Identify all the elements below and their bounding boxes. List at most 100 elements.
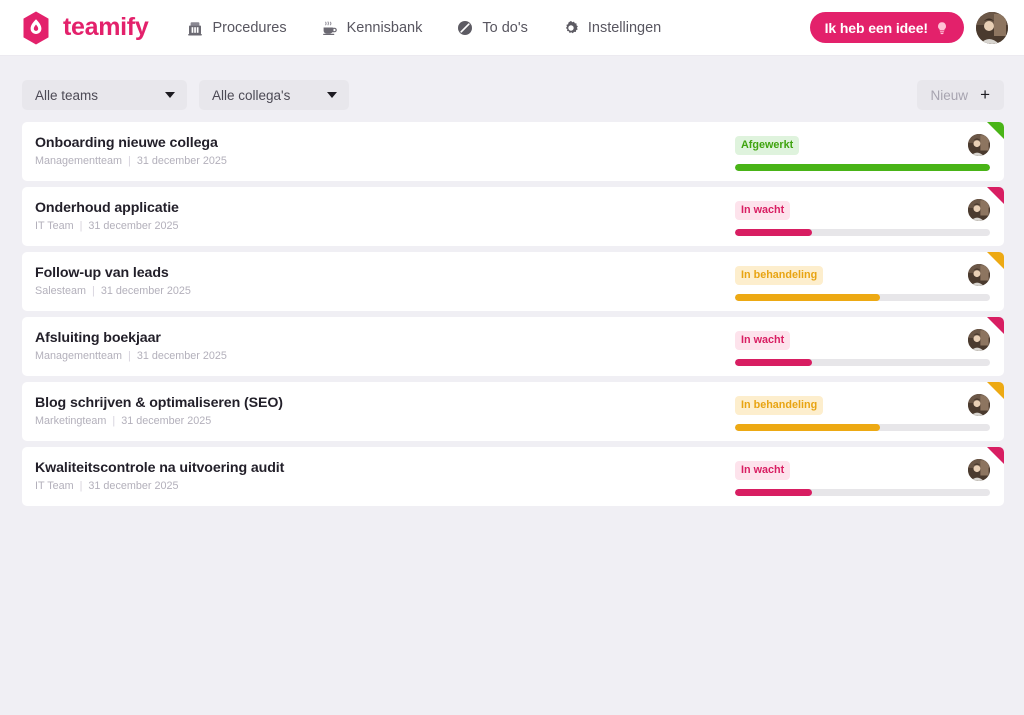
team-filter-select[interactable]: Alle teams — [22, 80, 187, 110]
list-item-date: 31 december 2025 — [100, 285, 191, 298]
nav-label: To do's — [482, 19, 528, 36]
assignee-avatar[interactable] — [968, 394, 990, 416]
brand-name: teamify — [63, 13, 149, 41]
list-item-meta: IT Team | 31 december 2025 — [35, 480, 735, 493]
list-item-team: IT Team — [35, 480, 74, 493]
checklist-circle-icon — [456, 19, 474, 37]
list-item-status-area: In wacht — [735, 317, 990, 376]
list-item-title: Follow-up van leads — [35, 265, 169, 281]
list-item-meta: Marketingteam | 31 december 2025 — [35, 415, 735, 428]
list-item[interactable]: Blog schrijven & optimaliseren (SEO) Mar… — [22, 382, 1004, 441]
nav-label: Kennisbank — [346, 19, 423, 36]
flame-hexagon-logo-icon — [18, 10, 54, 46]
list-item-team: Managementteam — [35, 155, 123, 168]
list-item-meta: Managementteam | 31 december 2025 — [35, 350, 735, 363]
list-item-title: Blog schrijven & optimaliseren (SEO) — [35, 395, 283, 411]
status-badge: In behandeling — [735, 396, 824, 415]
colleague-filter-wrap: Alle collega's — [199, 80, 349, 110]
progress-fill — [735, 358, 812, 366]
meta-separator: | — [112, 415, 116, 428]
list-item-meta: Salesteam | 31 december 2025 — [35, 285, 735, 298]
list-item[interactable]: Afsluiting boekjaar Managementteam | 31 … — [22, 317, 1004, 376]
list-item-date: 31 december 2025 — [136, 350, 227, 363]
assignee-avatar[interactable] — [968, 329, 990, 351]
coffee-cup-icon — [321, 19, 339, 37]
list-item[interactable]: Onboarding nieuwe collega Managementteam… — [22, 122, 1004, 181]
idea-button[interactable]: Ik heb een idee! — [809, 12, 964, 43]
procedure-list: Onboarding nieuwe collega Managementteam… — [0, 110, 1024, 506]
status-badge: Afgewerkt — [735, 136, 800, 155]
progress-track — [735, 293, 990, 301]
progress-track — [735, 228, 990, 236]
progress-fill — [735, 228, 812, 236]
list-item-info: Afsluiting boekjaar Managementteam | 31 … — [35, 330, 735, 363]
list-item-status-area: In wacht — [735, 447, 990, 506]
brand-logo[interactable]: teamify — [18, 10, 149, 46]
list-item-date: 31 december 2025 — [121, 415, 212, 428]
nav-label: Instellingen — [587, 19, 662, 36]
progress-fill — [735, 488, 812, 496]
assignee-avatar[interactable] — [968, 459, 990, 481]
idea-button-label: Ik heb een idee! — [824, 19, 929, 36]
meta-separator: | — [128, 155, 131, 168]
progress-fill — [735, 423, 881, 431]
progress-track — [735, 358, 990, 366]
assignee-avatar[interactable] — [968, 134, 990, 156]
nav-item-instellingen[interactable]: Instellingen — [560, 15, 663, 41]
list-item-title: Afsluiting boekjaar — [35, 330, 161, 346]
status-badge: In wacht — [735, 331, 791, 350]
list-item-title: Kwaliteitscontrole na uitvoering audit — [35, 460, 285, 476]
list-item-title: Onderhoud applicatie — [35, 200, 179, 216]
list-item-info: Kwaliteitscontrole na uitvoering audit I… — [35, 460, 735, 493]
list-item-info: Onboarding nieuwe collega Managementteam… — [35, 135, 735, 168]
new-button[interactable]: Nieuw + — [916, 80, 1004, 110]
list-item-date: 31 december 2025 — [88, 220, 179, 233]
list-item-team: Salesteam — [35, 285, 87, 298]
list-item-status-area: In behandeling — [735, 382, 990, 441]
main-nav: Procedures Kennisbank To do's Instelling… — [184, 15, 663, 41]
nav-item-kennisbank[interactable]: Kennisbank — [319, 15, 425, 41]
list-item[interactable]: Kwaliteitscontrole na uitvoering audit I… — [22, 447, 1004, 506]
status-row: In wacht — [735, 330, 990, 352]
list-item[interactable]: Onderhoud applicatie IT Team | 31 decemb… — [22, 187, 1004, 246]
meta-separator: | — [79, 220, 83, 233]
list-item[interactable]: Follow-up van leads Salesteam | 31 decem… — [22, 252, 1004, 311]
nav-item-todos[interactable]: To do's — [454, 15, 530, 41]
status-row: In wacht — [735, 200, 990, 222]
list-item-title: Onboarding nieuwe collega — [35, 135, 218, 151]
assignee-avatar[interactable] — [968, 199, 990, 221]
list-item-date: 31 december 2025 — [88, 480, 179, 493]
status-row: In behandeling — [735, 265, 990, 287]
gear-icon — [562, 19, 580, 37]
list-item-info: Follow-up van leads Salesteam | 31 decem… — [35, 265, 735, 298]
user-avatar[interactable] — [976, 11, 1008, 44]
meta-separator: | — [128, 350, 131, 363]
list-item-date: 31 december 2025 — [136, 155, 227, 168]
colleague-filter-select[interactable]: Alle collega's — [199, 80, 349, 110]
header-actions: Ik heb een idee! — [809, 11, 1008, 44]
list-item-info: Onderhoud applicatie IT Team | 31 decemb… — [35, 200, 735, 233]
filter-toolbar: Alle teams Alle collega's Nieuw + — [0, 56, 1024, 110]
team-filter-wrap: Alle teams — [22, 80, 187, 110]
lightbulb-icon — [935, 21, 949, 35]
meta-separator: | — [92, 285, 95, 298]
progress-track — [735, 163, 990, 171]
list-item-team: Marketingteam — [35, 415, 107, 428]
nav-item-procedures[interactable]: Procedures — [184, 15, 288, 41]
status-row: Afgewerkt — [735, 135, 990, 157]
status-row: In wacht — [735, 460, 990, 482]
assignee-avatar[interactable] — [968, 264, 990, 286]
progress-track — [735, 488, 990, 496]
progress-fill — [735, 293, 881, 301]
list-item-meta: Managementteam | 31 december 2025 — [35, 155, 735, 168]
list-item-status-area: In behandeling — [735, 252, 990, 311]
meta-separator: | — [79, 480, 83, 493]
plus-icon: + — [980, 84, 990, 104]
list-item-team: IT Team — [35, 220, 74, 233]
nav-label: Procedures — [212, 19, 287, 36]
progress-fill — [735, 163, 990, 171]
status-row: In behandeling — [735, 395, 990, 417]
status-badge: In behandeling — [735, 266, 824, 285]
status-badge: In wacht — [735, 461, 791, 480]
building-icon — [186, 19, 204, 37]
